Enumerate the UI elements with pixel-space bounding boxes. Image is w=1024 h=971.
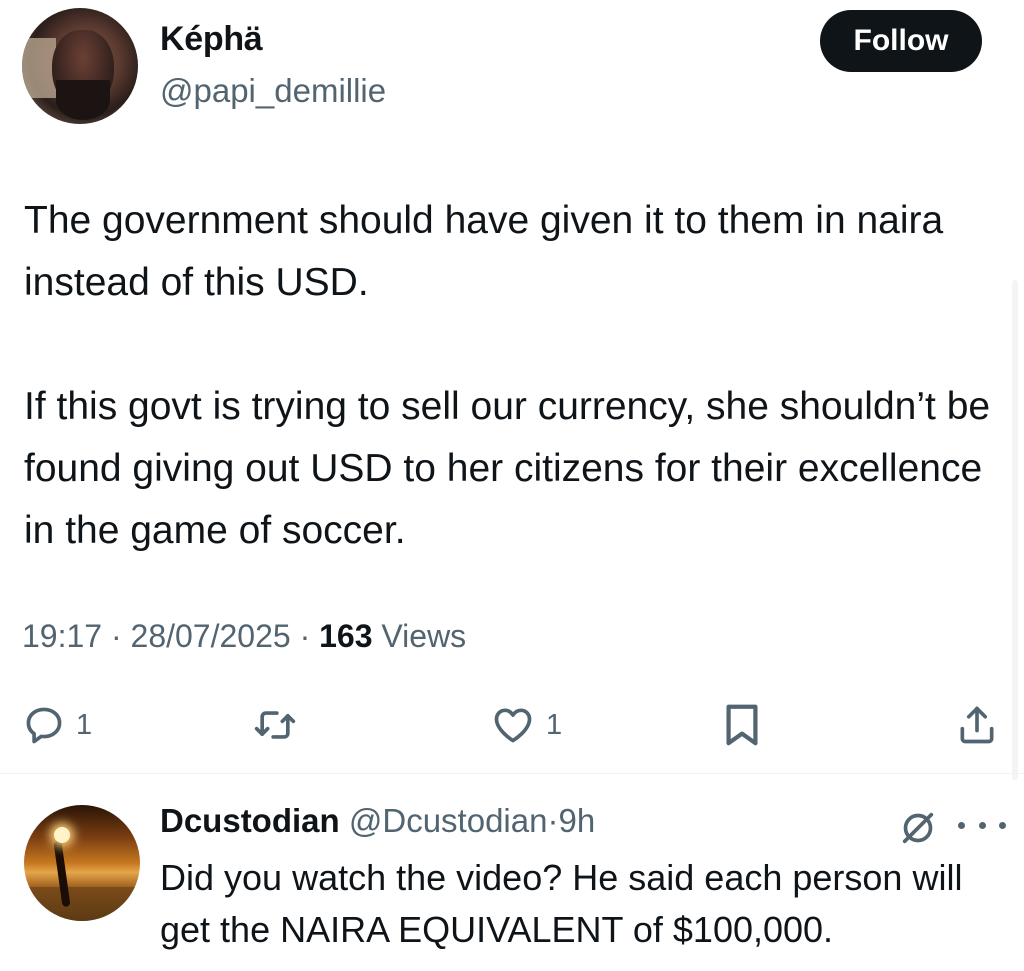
share-icon	[960, 706, 994, 744]
bookmark-button[interactable]	[722, 690, 762, 760]
dot	[978, 821, 986, 829]
reply-button[interactable]: 1	[22, 690, 92, 760]
author-handle[interactable]: @papi_demillie	[160, 72, 386, 110]
scrollbar[interactable]	[1012, 280, 1018, 780]
reply-header: Dcustodian @Dcustodian·9h	[160, 802, 595, 840]
share-button[interactable]	[955, 690, 999, 760]
views-count[interactable]: 163	[319, 618, 372, 654]
retweet-icon	[254, 711, 296, 739]
author-avatar[interactable]	[22, 8, 138, 124]
tweet-paragraph: The government should have given it to t…	[24, 199, 944, 304]
bookmark-icon	[726, 704, 758, 746]
like-count: 1	[546, 708, 563, 741]
divider	[0, 773, 1024, 774]
author-display-name[interactable]: Képhä	[160, 20, 263, 59]
separator-dot: ·	[110, 618, 122, 654]
reply-icon	[26, 707, 62, 744]
views-label[interactable]: Views	[381, 618, 466, 654]
more-options-icon[interactable]	[958, 810, 1006, 840]
grok-icon[interactable]	[898, 808, 938, 848]
avatar-shore	[24, 887, 140, 921]
reply-author-avatar[interactable]	[24, 805, 140, 921]
reply-count: 1	[76, 708, 93, 741]
heart-icon	[494, 708, 532, 743]
separator-dot: ·	[547, 802, 559, 839]
reply-time[interactable]: 9h	[558, 802, 595, 839]
separator-dot: ·	[299, 618, 311, 654]
dot	[958, 821, 965, 829]
follow-button[interactable]: Follow	[820, 10, 982, 72]
retweet-button[interactable]	[252, 690, 308, 760]
tweet-text: The government should have given it to t…	[24, 190, 1004, 562]
tweet-time[interactable]: 19:17	[22, 618, 102, 654]
reply-handle[interactable]: @Dcustodian	[349, 802, 548, 839]
avatar-beard	[56, 80, 110, 120]
dot	[999, 821, 1006, 829]
like-button[interactable]: 1	[490, 690, 562, 760]
avatar-sun	[54, 827, 70, 843]
tweet-metadata: 19:17 · 28/07/2025 · 163 Views	[22, 618, 466, 655]
reply-display-name[interactable]: Dcustodian	[160, 802, 340, 839]
tweet-action-bar: 1 1	[0, 690, 1024, 760]
tweet-date[interactable]: 28/07/2025	[131, 618, 291, 654]
reply-text: Did you watch the video? He said each pe…	[160, 857, 963, 950]
avatar-background	[22, 38, 56, 98]
tweet-paragraph: If this govt is trying to sell our curre…	[24, 385, 991, 552]
